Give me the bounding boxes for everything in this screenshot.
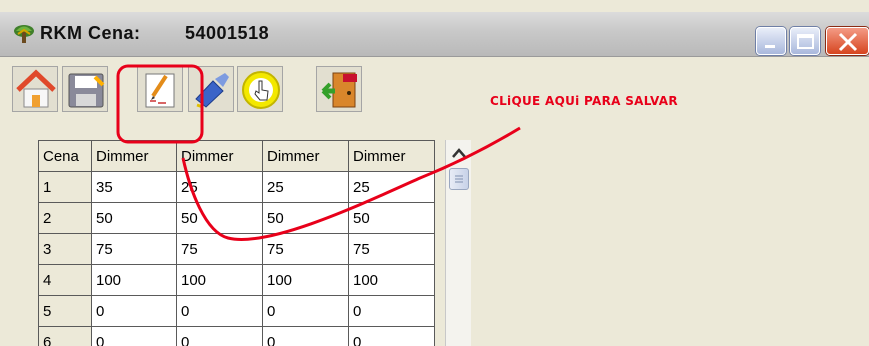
- window-title-value: 54001518: [185, 23, 270, 43]
- table-row: 3 75 75 75 75: [38, 233, 435, 265]
- scroll-thumb[interactable]: [449, 168, 469, 190]
- table-cell[interactable]: 25: [176, 171, 263, 203]
- table-cell[interactable]: 0: [91, 326, 177, 346]
- table-cell[interactable]: 0: [176, 326, 263, 346]
- table-cell[interactable]: 25: [348, 171, 435, 203]
- exit-door-icon: [321, 72, 357, 108]
- table-row: 5 0 0 0 0: [38, 295, 435, 327]
- paint-brush-icon: [195, 73, 229, 109]
- table-cell[interactable]: 100: [348, 264, 435, 296]
- table-cell[interactable]: 35: [91, 171, 177, 203]
- table-cell[interactable]: 25: [262, 171, 349, 203]
- table-cell[interactable]: 75: [262, 233, 349, 265]
- scene-grid[interactable]: Cena Dimmer Dimmer Dimmer Dimmer 1 35 25…: [38, 140, 435, 346]
- exit-button[interactable]: [316, 66, 362, 112]
- table-cell[interactable]: 50: [348, 202, 435, 234]
- maximize-icon: [797, 34, 814, 49]
- minimize-icon: [765, 45, 775, 48]
- toolbar: [0, 58, 869, 118]
- row-header[interactable]: 3: [38, 233, 92, 265]
- save-disk-button[interactable]: [62, 66, 108, 112]
- row-header[interactable]: 5: [38, 295, 92, 327]
- row-header[interactable]: 6: [38, 326, 92, 346]
- column-header-cena[interactable]: Cena: [38, 140, 92, 172]
- annotation-text: CLiQUE AQUi PARA SALVAR: [490, 94, 678, 108]
- column-header-dimmer-2[interactable]: Dimmer: [176, 140, 263, 172]
- pencil-paper-icon: [145, 73, 175, 108]
- hand-pointer-icon: [242, 71, 280, 109]
- row-header[interactable]: 1: [38, 171, 92, 203]
- table-cell[interactable]: 100: [262, 264, 349, 296]
- table-row: 4 100 100 100 100: [38, 264, 435, 296]
- table-cell[interactable]: 50: [176, 202, 263, 234]
- row-header[interactable]: 4: [38, 264, 92, 296]
- scroll-up-button[interactable]: [449, 144, 469, 164]
- table-cell[interactable]: 0: [262, 326, 349, 346]
- close-button[interactable]: [826, 27, 869, 55]
- column-header-dimmer-4[interactable]: Dimmer: [348, 140, 435, 172]
- close-icon: [838, 32, 858, 52]
- edit-save-button[interactable]: [137, 66, 183, 112]
- column-header-dimmer-3[interactable]: Dimmer: [262, 140, 349, 172]
- grip-icon: [455, 175, 463, 183]
- pointer-button[interactable]: [237, 66, 283, 112]
- table-cell[interactable]: 100: [176, 264, 263, 296]
- title-bar[interactable]: RKM Cena: 54001518: [0, 12, 869, 57]
- rkm-window: RKM Cena: 54001518 CLiQUE AQUi PARA SALV…: [0, 0, 869, 346]
- minimize-button[interactable]: [756, 27, 786, 55]
- table-cell[interactable]: 0: [176, 295, 263, 327]
- table-cell[interactable]: 0: [348, 326, 435, 346]
- column-header-dimmer-1[interactable]: Dimmer: [91, 140, 177, 172]
- table-cell[interactable]: 75: [176, 233, 263, 265]
- table-cell[interactable]: 0: [262, 295, 349, 327]
- chevron-up-icon: [452, 148, 466, 158]
- table-row: 1 35 25 25 25: [38, 171, 435, 203]
- vertical-scrollbar[interactable]: [445, 140, 471, 346]
- right-panel: [475, 140, 869, 346]
- maximize-button[interactable]: [790, 27, 820, 55]
- table-cell[interactable]: 50: [262, 202, 349, 234]
- table-cell[interactable]: 100: [91, 264, 177, 296]
- home-button[interactable]: [12, 66, 58, 112]
- grid-header-row: Cena Dimmer Dimmer Dimmer Dimmer: [38, 140, 435, 172]
- app-icon: [14, 25, 34, 43]
- table-cell[interactable]: 0: [348, 295, 435, 327]
- home-icon: [16, 69, 56, 108]
- window-title-label: RKM Cena:: [40, 23, 141, 43]
- table-row: 2 50 50 50 50: [38, 202, 435, 234]
- table-cell[interactable]: 75: [91, 233, 177, 265]
- row-header[interactable]: 2: [38, 202, 92, 234]
- table-cell[interactable]: 50: [91, 202, 177, 234]
- table-row: 6 0 0 0 0: [38, 326, 435, 346]
- table-cell[interactable]: 0: [91, 295, 177, 327]
- clear-button[interactable]: [188, 66, 234, 112]
- floppy-disk-icon: [68, 73, 105, 108]
- table-cell[interactable]: 75: [348, 233, 435, 265]
